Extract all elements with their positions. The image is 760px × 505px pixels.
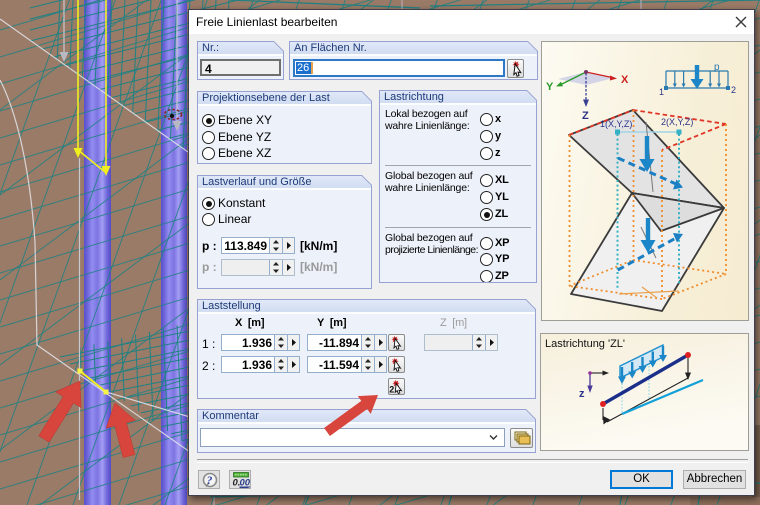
svg-text:p: p — [714, 62, 720, 73]
svg-text:z: z — [579, 388, 585, 400]
svg-text:?: ? — [207, 475, 213, 487]
svg-text:1(X,Y,Z): 1(X,Y,Z) — [600, 119, 632, 129]
svg-text:1: 1 — [659, 87, 664, 97]
svg-text:Z: Z — [582, 110, 589, 122]
svg-text:2(X,Y,Z): 2(X,Y,Z) — [661, 117, 693, 127]
svg-text:2: 2 — [389, 385, 394, 395]
svg-text:X: X — [621, 74, 629, 86]
svg-text:Lastrichtung 'ZL': Lastrichtung 'ZL' — [545, 338, 625, 350]
svg-text:2: 2 — [731, 85, 736, 95]
svg-text:Y: Y — [546, 81, 554, 93]
